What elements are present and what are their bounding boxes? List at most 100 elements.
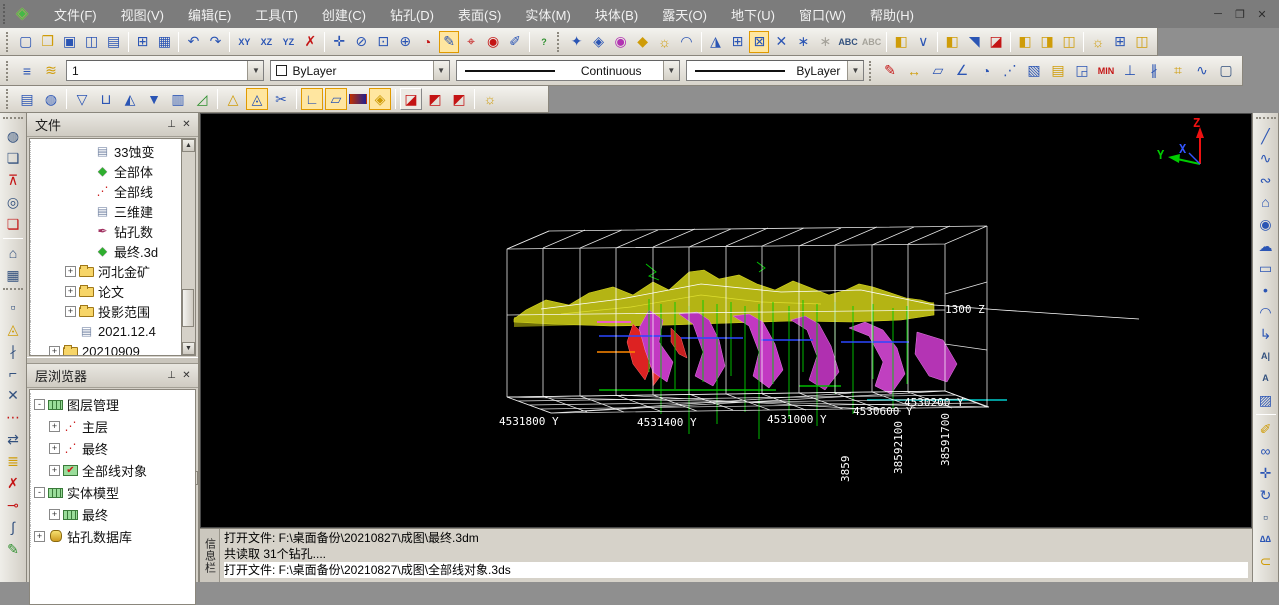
distance-icon[interactable]: ↔	[903, 60, 925, 82]
center-target-icon[interactable]: ⌖	[461, 31, 481, 53]
volume-cube-icon[interactable]: ▧	[1023, 60, 1045, 82]
menu-item[interactable]: 编辑(E)	[176, 1, 243, 28]
panel-splitter[interactable]	[27, 357, 198, 364]
toolbar-gripper[interactable]	[869, 60, 874, 81]
hatch-icon[interactable]: ▨	[1255, 389, 1277, 411]
collapse-icon[interactable]: -	[34, 486, 45, 498]
rotate-icon[interactable]: ↻	[1255, 484, 1277, 506]
linetype-combo[interactable]: Continuous ▼	[455, 60, 680, 81]
brush-icon[interactable]: ✐	[505, 31, 525, 53]
print-icon[interactable]: ▦	[155, 31, 175, 53]
redo-icon[interactable]: ↷	[205, 31, 225, 53]
plane-shape-icon[interactable]: ◥	[964, 31, 984, 53]
open-file-icon[interactable]: ❒	[38, 31, 58, 53]
tree-item[interactable]: ▤ 2021.12.4	[30, 321, 195, 341]
menu-item[interactable]: 表面(S)	[446, 1, 513, 28]
zoom-window-icon[interactable]: ⊡	[373, 31, 393, 53]
line-join-icon[interactable]: ∫	[2, 516, 24, 538]
layer-edit-icon[interactable]: ≋	[40, 60, 62, 82]
grid-icon[interactable]: ⊞	[727, 31, 747, 53]
menu-item[interactable]: 创建(C)	[310, 1, 378, 28]
plane-forward-icon[interactable]: ◧	[942, 31, 962, 53]
basket-mesh-icon[interactable]: ▼	[143, 88, 165, 110]
fence-icon[interactable]: ≣	[2, 450, 24, 472]
expand-icon[interactable]: +	[65, 265, 76, 277]
linetype-combo-dropdown-icon[interactable]: ▼	[662, 61, 679, 80]
shade-icon[interactable]: ◆	[633, 31, 653, 53]
expand-icon[interactable]: +	[49, 345, 60, 355]
tree-item[interactable]: +20210909	[30, 341, 195, 355]
point-draw-icon[interactable]: ✎	[879, 60, 901, 82]
lineweight-combo-dropdown-icon[interactable]: ▼	[847, 61, 863, 80]
zoom-region-icon[interactable]: ◲	[1071, 60, 1093, 82]
big-grid-icon[interactable]: ⊞	[1110, 31, 1130, 53]
view-yz-icon[interactable]: YZ	[278, 31, 298, 53]
polyline-icon[interactable]: ∿	[1255, 147, 1277, 169]
pin-icon[interactable]: ⊥	[164, 117, 179, 132]
tree-item[interactable]: ◆ 全部体	[30, 161, 195, 181]
page-setup-icon[interactable]: ⊞	[133, 31, 153, 53]
perpendicular-icon[interactable]: ⊥	[1119, 60, 1141, 82]
view-xy-icon[interactable]: XY	[234, 31, 254, 53]
zoom-dynamic-icon[interactable]: ⊘	[351, 31, 371, 53]
walk-mode-icon[interactable]: ∿	[1191, 60, 1213, 82]
arc-icon[interactable]: ◠	[1255, 301, 1277, 323]
bulb-grid-icon[interactable]: ☼	[1088, 31, 1108, 53]
tree-item[interactable]: + 最终	[30, 503, 195, 525]
tree-item[interactable]: ◆ 最终.3d	[30, 241, 195, 261]
text-icon[interactable]: A	[1255, 367, 1277, 389]
toolbar-gripper[interactable]	[6, 60, 11, 81]
tree-item[interactable]: - 实体模型	[30, 481, 195, 503]
path-points-icon[interactable]: ⋰	[999, 60, 1021, 82]
toolbar-gripper[interactable]	[6, 31, 11, 52]
circle-tri-icon[interactable]: ◬	[246, 88, 268, 110]
cross-delete-icon[interactable]: ✕	[2, 384, 24, 406]
dots-row-icon[interactable]: ⋯	[2, 406, 24, 428]
close-icon[interactable]: ✕	[179, 368, 194, 383]
surface-lasso-icon[interactable]: ◎	[2, 191, 24, 213]
select-box-icon[interactable]: ▫	[1255, 506, 1277, 528]
trapezoid-icon[interactable]: ▱	[325, 88, 347, 110]
angle-icon[interactable]: ∠	[951, 60, 973, 82]
close-button[interactable]: ✕	[1255, 8, 1269, 21]
point-icon[interactable]: •	[1255, 279, 1277, 301]
move-icon[interactable]: ✛	[1255, 462, 1277, 484]
new-file-icon[interactable]: ▢	[16, 31, 36, 53]
view-xz-icon[interactable]: XZ	[256, 31, 276, 53]
menu-item[interactable]: 工具(T)	[243, 1, 310, 28]
snap-icon[interactable]: ∗	[793, 31, 813, 53]
expand-icon[interactable]: +	[34, 530, 45, 542]
line-cut-icon[interactable]: ∤	[2, 340, 24, 362]
tree-item[interactable]: - 图层管理	[30, 393, 195, 415]
save-as-icon[interactable]: ◫	[82, 31, 102, 53]
zoom-in-icon[interactable]: ⊕	[395, 31, 415, 53]
line-icon[interactable]: ╱	[1255, 125, 1277, 147]
tree-item[interactable]: ✒ 钻孔数	[30, 221, 195, 241]
delete-icon[interactable]: ✗	[300, 31, 320, 53]
menu-item[interactable]: 视图(V)	[109, 1, 176, 28]
spline-icon[interactable]: ∾	[1255, 169, 1277, 191]
menu-item[interactable]: 钻孔(D)	[378, 1, 446, 28]
section-plane-icon[interactable]: ◧	[891, 31, 911, 53]
tree-item[interactable]: + 论文	[30, 281, 195, 301]
tree-item[interactable]: ⋰ 全部线	[30, 181, 195, 201]
menu-item[interactable]: 实体(M)	[513, 1, 583, 28]
menu-item[interactable]: 块体(B)	[583, 1, 650, 28]
info-bar-tab[interactable]: 信息栏	[200, 529, 220, 582]
toolbar-gripper[interactable]	[3, 288, 23, 293]
surface-sphere-icon[interactable]: ◍	[2, 125, 24, 147]
grid-box-icon[interactable]: ⊠	[749, 30, 770, 53]
station-icon[interactable]: ⌗	[1167, 60, 1189, 82]
leader-icon[interactable]: ↳	[1255, 323, 1277, 345]
chart-red-icon[interactable]: ◩	[424, 88, 446, 110]
menu-item[interactable]: 文件(F)	[42, 1, 109, 28]
close-icon[interactable]: ✕	[179, 117, 194, 132]
select-paint-icon[interactable]: ✎	[439, 30, 460, 53]
corner-icon[interactable]: ⌐	[2, 362, 24, 384]
swap-icon[interactable]: ⇄	[2, 428, 24, 450]
circle-icon[interactable]: ◉	[1255, 213, 1277, 235]
undo-icon[interactable]: ↶	[183, 31, 203, 53]
profile-axis-icon[interactable]: ∟	[301, 88, 323, 110]
section-sync-icon[interactable]: ◫	[1059, 31, 1079, 53]
scroll-up-icon[interactable]: ▲	[182, 139, 195, 152]
